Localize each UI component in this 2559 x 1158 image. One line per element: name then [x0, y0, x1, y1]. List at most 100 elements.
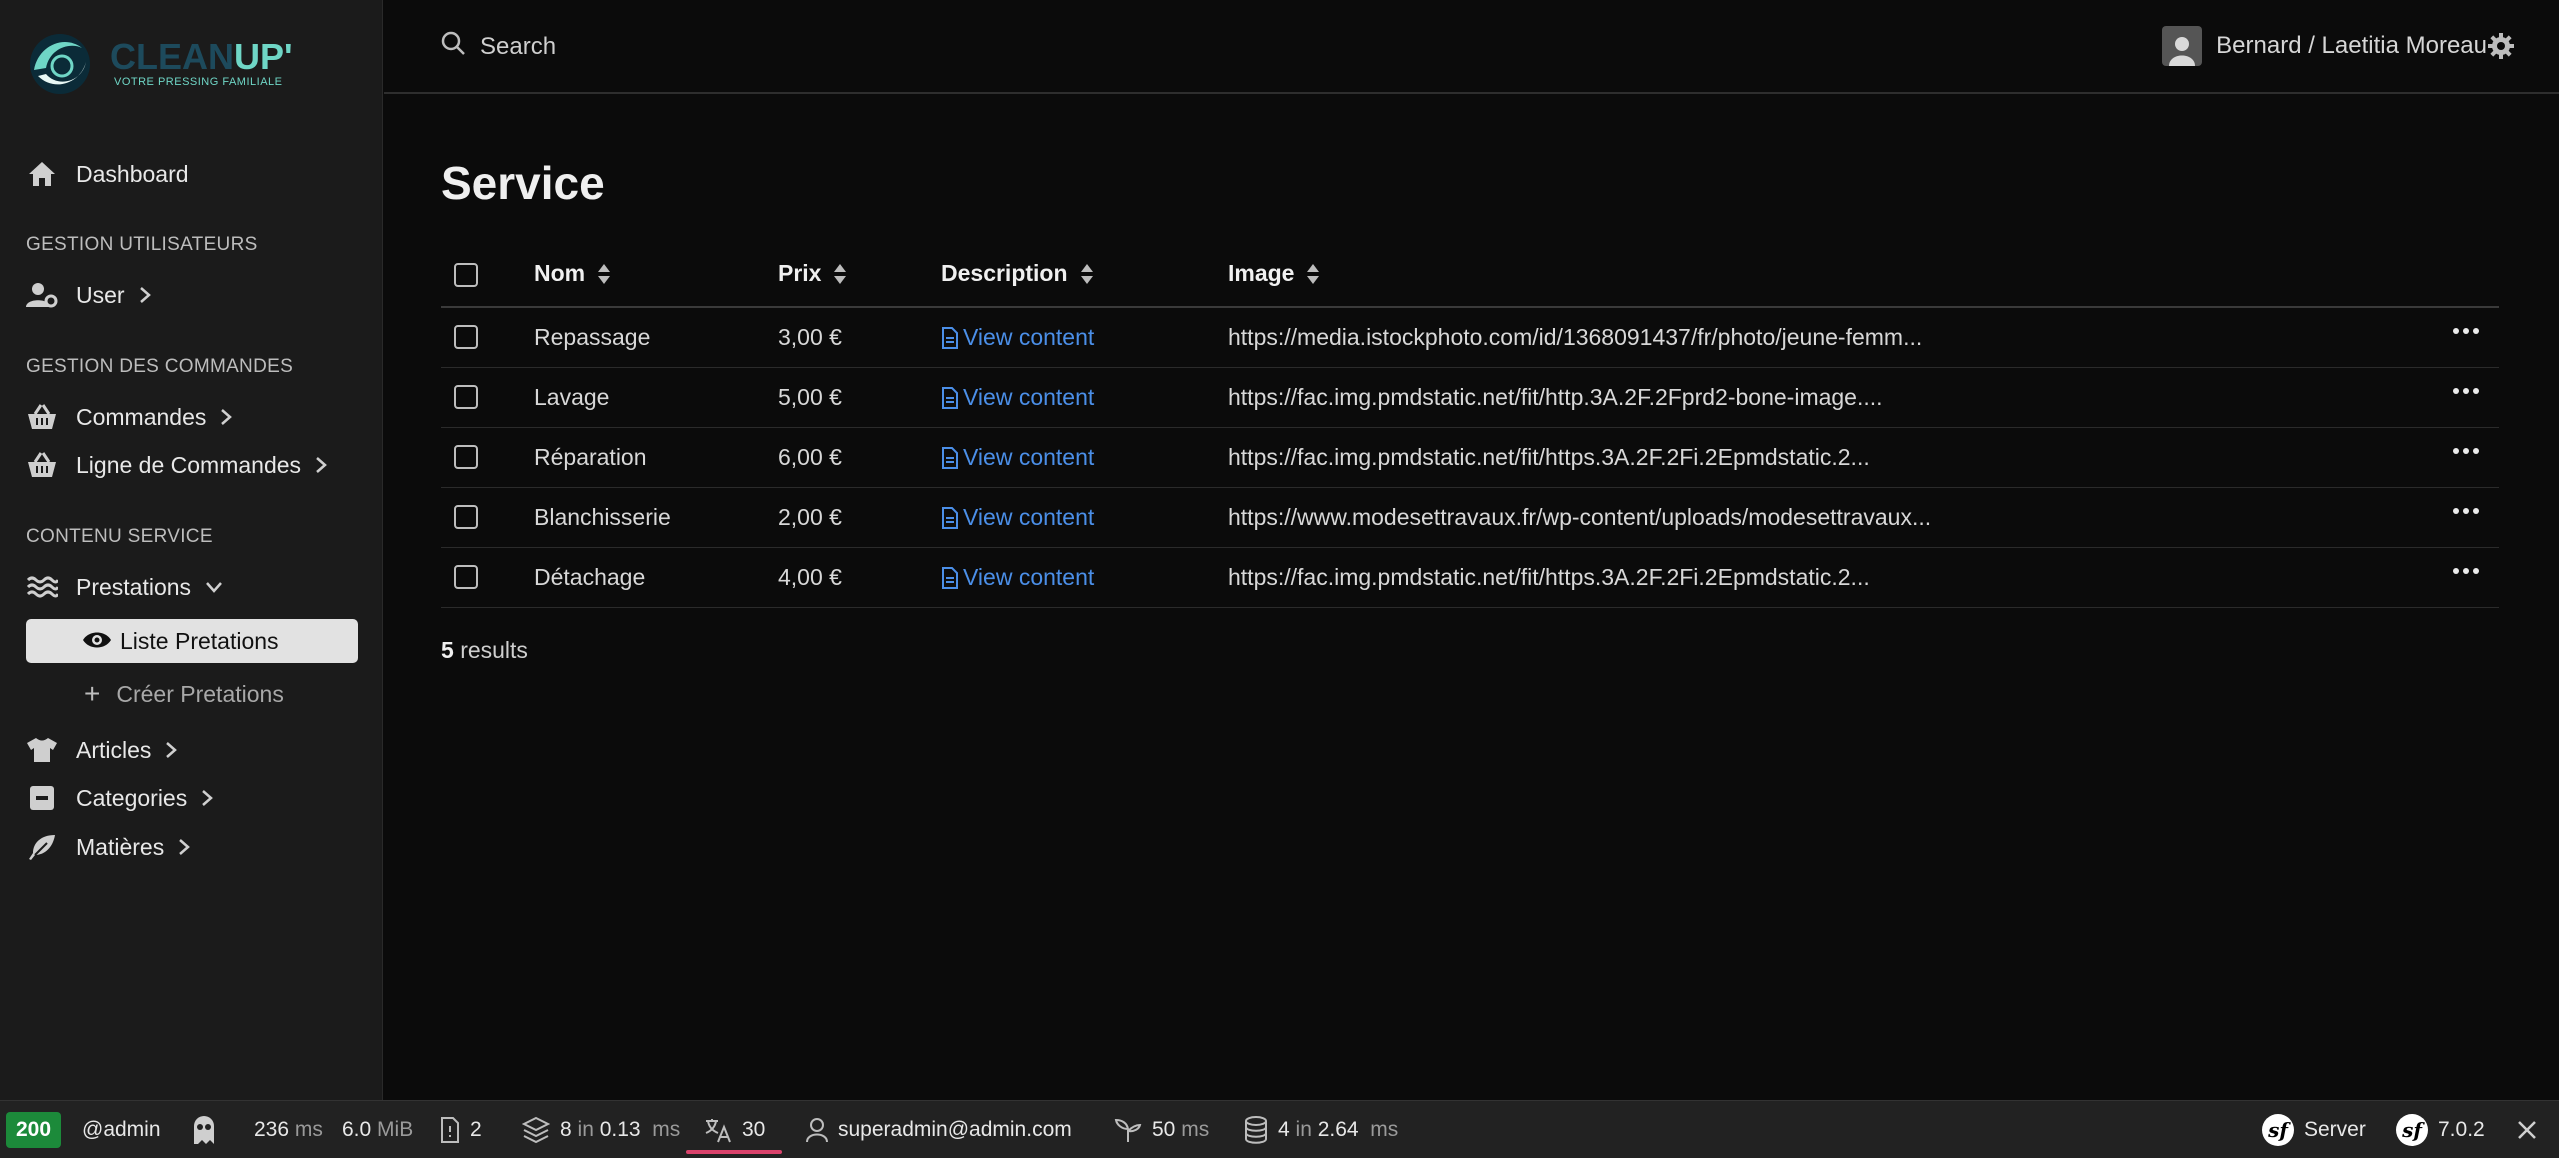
cell-price: 6,00 €	[778, 444, 842, 470]
file-icon	[942, 446, 958, 469]
column-header-description[interactable]: Description	[941, 260, 1094, 287]
sidebar-item-list-prestations[interactable]: Liste Pretations	[26, 619, 358, 663]
server-panel[interactable]: sf Server	[2262, 1101, 2366, 1158]
cell-name: Réparation	[534, 444, 647, 470]
sidebar-item-dashboard[interactable]: Dashboard	[26, 157, 189, 191]
sidebar-item-order-lines[interactable]: Ligne de Commandes	[26, 448, 327, 482]
cache-unit: ms	[652, 1118, 681, 1141]
time-value: 236	[254, 1118, 290, 1141]
row-actions-icon[interactable]	[2453, 568, 2479, 574]
sidebar-item-articles[interactable]: Articles	[26, 733, 178, 767]
sidebar-item-create-prestations[interactable]: + Créer Pretations	[84, 678, 284, 710]
section-title-orders: GESTION DES COMMANDES	[26, 356, 294, 377]
row-actions-icon[interactable]	[2453, 448, 2479, 454]
shirt-icon	[26, 735, 58, 765]
memory-value: 6.0	[342, 1118, 372, 1141]
file-icon	[942, 506, 958, 529]
view-content-link[interactable]: View content	[941, 444, 1094, 471]
twig-panel[interactable]: 50 ms	[1114, 1101, 1209, 1158]
db-count: 4	[1278, 1118, 1290, 1141]
sidebar-item-orders[interactable]: Commandes	[26, 400, 233, 434]
sidebar: CLEANUP' VOTRE PRESSING FAMILIALE Dashbo…	[0, 0, 383, 1100]
select-all-checkbox[interactable]	[454, 263, 478, 287]
cell-image-url: https://media.istockphoto.com/id/1368091…	[1228, 324, 1923, 350]
file-icon	[942, 566, 958, 589]
sort-icon	[1306, 263, 1320, 285]
sidebar-item-user[interactable]: User	[26, 278, 151, 312]
status-badge[interactable]: 200	[6, 1101, 62, 1158]
ghost-icon[interactable]	[188, 1101, 230, 1158]
symfony-version: 7.0.2	[2438, 1118, 2485, 1141]
sidebar-item-label: Commandes	[76, 403, 207, 430]
file-alert-icon	[441, 1117, 459, 1143]
chevron-right-icon	[139, 286, 151, 304]
chevron-right-icon	[220, 408, 233, 426]
cell-name: Détachage	[534, 564, 646, 590]
user-menu[interactable]: Bernard / Laetitia Moreau	[2162, 26, 2487, 66]
sidebar-item-materials[interactable]: Matières	[26, 830, 191, 864]
column-header-prix[interactable]: Prix	[778, 260, 847, 287]
database-icon	[1245, 1116, 1267, 1144]
search-box[interactable]: Search	[440, 30, 556, 63]
gear-icon[interactable]	[2487, 32, 2515, 65]
route-name[interactable]: @admin	[82, 1101, 161, 1158]
column-label: Prix	[778, 260, 822, 286]
file-icon	[942, 386, 958, 409]
user-icon	[2169, 37, 2196, 66]
plus-icon: +	[84, 678, 101, 709]
time-panel[interactable]: 236 ms	[254, 1101, 323, 1158]
water-waves-icon	[26, 572, 58, 602]
security-panel[interactable]: superadmin@admin.com	[806, 1101, 1072, 1158]
row-checkbox[interactable]	[454, 445, 478, 469]
row-actions-icon[interactable]	[2453, 508, 2479, 514]
brand-logo[interactable]: CLEANUP' VOTRE PRESSING FAMILIALE	[24, 26, 293, 106]
view-content-link[interactable]: View content	[941, 384, 1094, 411]
results-number: 5	[441, 637, 454, 663]
top-bar: Search Bernard / Laetitia Moreau	[384, 0, 2559, 94]
status-code: 200	[6, 1112, 62, 1148]
table-row: Lavage 5,00 € View content https://fac.i…	[441, 368, 2499, 428]
row-actions-icon[interactable]	[2453, 388, 2479, 394]
cache-panel[interactable]: 8 in 0.13 ms	[522, 1101, 680, 1158]
table-row: Blanchisserie 2,00 € View content https:…	[441, 488, 2499, 548]
cell-price: 2,00 €	[778, 504, 842, 530]
cell-price: 5,00 €	[778, 384, 842, 410]
cell-name: Blanchisserie	[534, 504, 671, 530]
chevron-right-icon	[165, 741, 178, 759]
server-label: Server	[2304, 1118, 2366, 1141]
sidebar-item-prestations[interactable]: Prestations	[26, 570, 223, 604]
translate-icon	[705, 1119, 731, 1143]
view-content-link[interactable]: View content	[941, 324, 1094, 351]
search-input[interactable]: Search	[480, 33, 556, 61]
translations-count: 30	[742, 1118, 766, 1141]
forms-panel[interactable]: 2	[440, 1101, 482, 1158]
table-row: Repassage 3,00 € View content https://me…	[441, 308, 2499, 368]
sidebar-item-label: Matières	[76, 833, 165, 860]
page-title: Service	[441, 157, 605, 209]
file-icon	[942, 326, 958, 349]
row-checkbox[interactable]	[454, 505, 478, 529]
database-panel[interactable]: 4 in 2.64 ms	[1244, 1101, 1398, 1158]
symfony-version-panel[interactable]: sf 7.0.2	[2396, 1101, 2485, 1158]
row-checkbox[interactable]	[454, 325, 478, 349]
user-icon	[806, 1118, 828, 1143]
column-header-image[interactable]: Image	[1228, 260, 1320, 287]
link-label: View content	[963, 324, 1095, 350]
sidebar-item-label: Articles	[76, 736, 152, 763]
column-header-nom[interactable]: Nom	[534, 260, 611, 287]
sidebar-item-categories[interactable]: Categories	[26, 781, 214, 815]
basket-icon	[26, 450, 58, 480]
row-checkbox[interactable]	[454, 565, 478, 589]
link-label: View content	[963, 504, 1095, 530]
sidebar-item-label: Liste Pretations	[120, 627, 279, 654]
cell-price: 3,00 €	[778, 324, 842, 350]
view-content-link[interactable]: View content	[941, 504, 1094, 531]
memory-panel[interactable]: 6.0 MiB	[342, 1101, 413, 1158]
minus-square-icon	[26, 783, 58, 813]
column-label: Nom	[534, 260, 586, 286]
close-icon[interactable]	[2516, 1101, 2548, 1158]
view-content-link[interactable]: View content	[941, 564, 1094, 591]
row-actions-icon[interactable]	[2453, 328, 2479, 334]
cell-price: 4,00 €	[778, 564, 842, 590]
row-checkbox[interactable]	[454, 385, 478, 409]
